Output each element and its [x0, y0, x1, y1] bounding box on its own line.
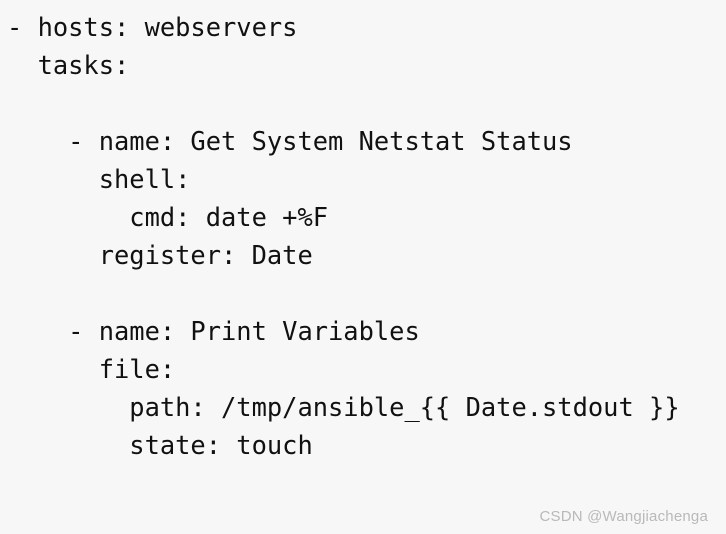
code-line: state: touch: [7, 430, 313, 460]
code-line: - name: Print Variables: [7, 316, 420, 346]
code-line: tasks:: [7, 50, 130, 80]
code-line: shell:: [7, 164, 191, 194]
code-line: cmd: date +%F: [7, 202, 329, 232]
watermark: CSDN @Wangjiachenga: [539, 508, 708, 525]
yaml-code-block: - hosts: webservers tasks: - name: Get S…: [0, 0, 726, 464]
code-line: - hosts: webservers: [7, 12, 298, 42]
code-line: path: /tmp/ansible_{{ Date.stdout }}: [7, 392, 680, 422]
code-line: - name: Get System Netstat Status: [7, 126, 573, 156]
code-line: file:: [7, 354, 176, 384]
code-line: register: Date: [7, 240, 313, 270]
